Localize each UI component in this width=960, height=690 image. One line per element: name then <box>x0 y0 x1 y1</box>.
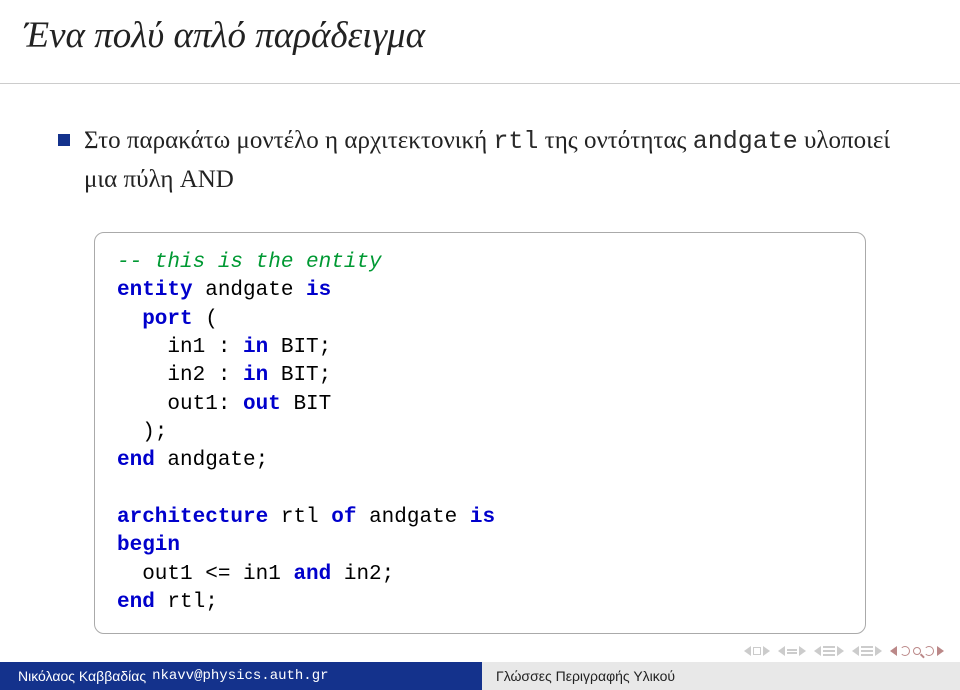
bullet-item: Στο παρακάτω μοντέλο η αρχιτεκτονική rtl… <box>58 122 902 198</box>
footer-author-email: nkavv@physics.auth.gr <box>152 668 328 684</box>
code-keyword-end: end <box>117 449 155 472</box>
page-title: Ένα πολύ απλό παράδειγμα <box>0 0 960 57</box>
footer-title-text: Γλώσσες Περιγραφής Υλικού <box>496 668 675 684</box>
nav-search-icon <box>913 647 921 655</box>
beamer-nav-icons <box>744 646 944 656</box>
nav-refresh-icon <box>900 646 910 656</box>
footer-title: Γλώσσες Περιγραφής Υλικού <box>482 662 960 690</box>
nav-back-icon <box>890 646 897 656</box>
code-text: in2 : <box>117 364 243 387</box>
nav-frame-group[interactable] <box>778 646 806 656</box>
code-keyword-and: and <box>293 563 331 586</box>
nav-next-slide-icon <box>763 646 770 656</box>
bullet-text-pre: Στο παρακάτω μοντέλο η αρχιτεκτονική <box>84 127 493 154</box>
nav-frame-stack-icon <box>787 649 797 654</box>
content-area: Στο παρακάτω μοντέλο η αρχιτεκτονική rtl… <box>0 84 960 634</box>
code-text: rtl; <box>155 591 218 614</box>
code-text: ( <box>193 308 218 331</box>
code-keyword-is: is <box>470 506 495 529</box>
footer-author-name: Νικόλαος Καββαδίας <box>18 668 146 684</box>
nav-section-lines-icon <box>823 646 835 656</box>
nav-next-frame-icon <box>799 646 806 656</box>
nav-next-section-icon <box>837 646 844 656</box>
code-keyword-port: port <box>117 308 193 331</box>
nav-prev-subsection-icon <box>852 646 859 656</box>
code-text: BIT; <box>268 336 331 359</box>
code-text: in1 : <box>117 336 243 359</box>
code-keyword-of: of <box>331 506 356 529</box>
code-keyword-architecture: architecture <box>117 506 268 529</box>
slide: Ένα πολύ απλό παράδειγμα Στο παρακάτω μο… <box>0 0 960 690</box>
code-comment: -- this is the entity <box>117 251 382 274</box>
nav-refresh2-icon <box>924 646 934 656</box>
code-text: rtl <box>268 506 331 529</box>
code-keyword-entity: entity <box>117 279 193 302</box>
footer: Νικόλαος Καββαδίας nkavv@physics.auth.gr… <box>0 662 960 690</box>
code-text: out1: <box>117 393 243 416</box>
code-keyword-in: in <box>243 336 268 359</box>
code-text: BIT <box>281 393 331 416</box>
bullet-code-rtl: rtl <box>493 127 538 156</box>
bullet-code-andgate: andgate <box>693 127 798 156</box>
code-text: andgate <box>193 279 306 302</box>
code-keyword-in: in <box>243 364 268 387</box>
bullet-text: Στο παρακάτω μοντέλο η αρχιτεκτονική rtl… <box>84 122 902 198</box>
nav-next-subsection-icon <box>875 646 882 656</box>
nav-forward-icon <box>937 646 944 656</box>
code-text: out1 <= in1 <box>117 563 293 586</box>
nav-section-group[interactable] <box>814 646 844 656</box>
nav-prev-frame-icon <box>778 646 785 656</box>
nav-misc-group[interactable] <box>890 646 944 656</box>
code-text: andgate <box>356 506 469 529</box>
code-text: BIT; <box>268 364 331 387</box>
code-keyword-end: end <box>117 591 155 614</box>
nav-prev-section-icon <box>814 646 821 656</box>
code-text: ); <box>117 421 167 444</box>
nav-slide-group[interactable] <box>744 646 770 656</box>
code-text: in2; <box>331 563 394 586</box>
code-blank-line <box>117 478 130 501</box>
code-block: -- this is the entity entity andgate is … <box>94 232 866 634</box>
nav-subsection-lines-icon <box>861 646 873 656</box>
nav-subsection-group[interactable] <box>852 646 882 656</box>
nav-prev-slide-icon <box>744 646 751 656</box>
code-keyword-is: is <box>306 279 331 302</box>
code-text: andgate; <box>155 449 268 472</box>
bullet-text-mid: της οντότητας <box>538 127 692 154</box>
code-keyword-out: out <box>243 393 281 416</box>
footer-author: Νικόλαος Καββαδίας nkavv@physics.auth.gr <box>0 662 482 690</box>
square-bullet-icon <box>58 134 70 146</box>
code-keyword-begin: begin <box>117 534 180 557</box>
nav-slide-icon <box>753 647 761 655</box>
